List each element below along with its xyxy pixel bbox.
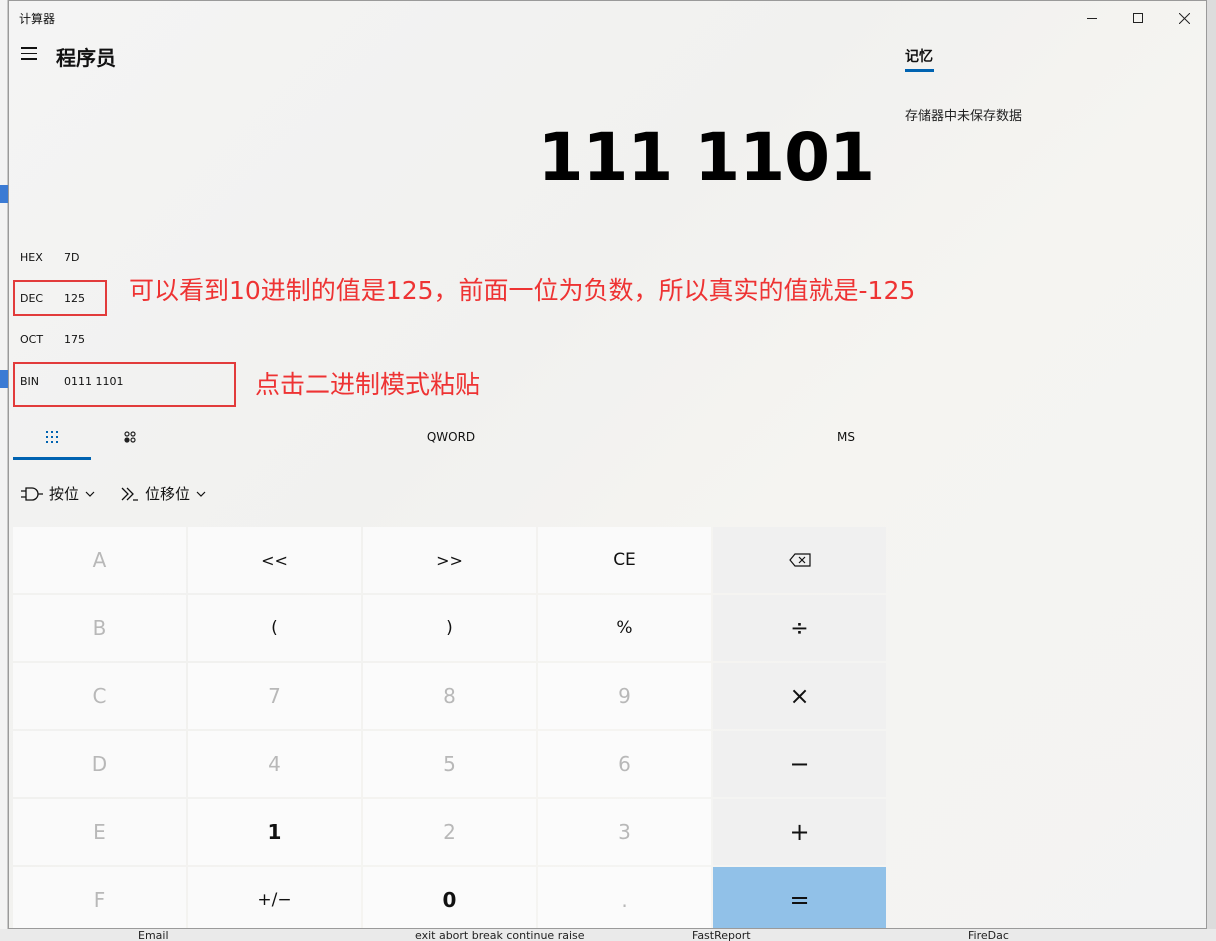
minimize-button[interactable] — [1069, 1, 1115, 35]
bitshift-dropdown[interactable]: 位移位 — [121, 483, 206, 504]
key-5[interactable]: 5 — [363, 731, 536, 797]
window-title: 计算器 — [19, 12, 56, 26]
tab-active-underline — [13, 457, 91, 460]
key-8[interactable]: 8 — [363, 663, 536, 729]
result-display: 111 1101 — [537, 119, 875, 196]
key-right-shift[interactable]: >> — [363, 527, 536, 593]
calculator-window: 计算器 程序员 111 1101 记忆 存储器中未保存数据 HEX 7D DE C… — [8, 0, 1207, 929]
key-6[interactable]: 6 — [538, 731, 711, 797]
key-close-paren[interactable]: ) — [363, 595, 536, 661]
key-subtract[interactable]: − — [713, 731, 886, 797]
key-a[interactable]: A — [13, 527, 186, 593]
bitshift-icon — [121, 487, 138, 501]
dec-highlight-box — [13, 280, 107, 316]
key-backspace[interactable] — [713, 527, 886, 593]
close-button[interactable] — [1161, 1, 1206, 35]
background-cell: Email — [138, 929, 169, 941]
tab-full-keypad[interactable] — [13, 414, 91, 460]
radix-value: 175 — [64, 333, 85, 346]
key-equals[interactable]: = — [713, 867, 886, 928]
key-0[interactable]: 0 — [363, 867, 536, 928]
key-c[interactable]: C — [13, 663, 186, 729]
background-app-strip — [0, 0, 8, 941]
maximize-icon — [1133, 13, 1143, 23]
memory-store-button[interactable]: MS — [819, 414, 873, 460]
key-d[interactable]: D — [13, 731, 186, 797]
bin-highlight-box — [13, 362, 236, 407]
background-cell: FastReport — [692, 929, 751, 941]
chevron-down-icon — [196, 491, 206, 497]
key-left-shift[interactable]: << — [188, 527, 361, 593]
key-decimal[interactable]: . — [538, 867, 711, 928]
key-e[interactable]: E — [13, 799, 186, 865]
minimize-icon — [1087, 17, 1097, 19]
key-multiply[interactable]: × — [713, 663, 886, 729]
bitshift-label: 位移位 — [145, 485, 191, 503]
radix-label: OCT — [20, 333, 44, 346]
backspace-icon — [788, 553, 811, 567]
keypad-icon — [46, 431, 58, 443]
radix-label: HEX — [20, 251, 43, 264]
logic-gate-icon — [21, 486, 43, 501]
background-cell: FireDac — [968, 929, 1009, 941]
key-2[interactable]: 2 — [363, 799, 536, 865]
memory-empty-message: 存储器中未保存数据 — [905, 109, 1023, 124]
tab-bit-toggling-keypad[interactable] — [99, 414, 161, 460]
key-1[interactable]: 1 — [188, 799, 361, 865]
key-b[interactable]: B — [13, 595, 186, 661]
radix-oct-row[interactable]: OCT 175 — [20, 333, 85, 346]
dec-annotation: 可以看到10进制的值是125，前面一位为负数，所以真实的值就是-125 — [129, 276, 916, 305]
background-app-row: Email exit abort break continue raise Fa… — [0, 929, 1216, 941]
key-3[interactable]: 3 — [538, 799, 711, 865]
key-open-paren[interactable]: ( — [188, 595, 361, 661]
key-9[interactable]: 9 — [538, 663, 711, 729]
memory-tab-underline — [905, 69, 934, 72]
radix-value: 7D — [64, 251, 80, 264]
key-modulo[interactable]: % — [538, 595, 711, 661]
bin-annotation: 点击二进制模式粘贴 — [255, 370, 481, 399]
maximize-button[interactable] — [1115, 1, 1161, 35]
close-icon — [1178, 12, 1190, 24]
key-4[interactable]: 4 — [188, 731, 361, 797]
keypad: A << >> CE B ( ) % ÷ C 7 8 9 × D 4 5 6 −… — [13, 527, 886, 928]
title-bar: 计算器 — [9, 1, 1206, 35]
hamburger-icon[interactable] — [21, 47, 37, 61]
chevron-down-icon — [85, 491, 95, 497]
radix-hex-row[interactable]: HEX 7D — [20, 251, 79, 264]
key-divide[interactable]: ÷ — [713, 595, 886, 661]
key-negate[interactable]: +/− — [188, 867, 361, 928]
bitwise-label: 按位 — [49, 485, 80, 503]
background-cell: exit abort break continue raise — [415, 929, 585, 941]
key-clear-entry[interactable]: CE — [538, 527, 711, 593]
background-selection-mark — [0, 370, 8, 388]
bitwise-dropdown[interactable]: 按位 — [21, 483, 95, 504]
mode-title: 程序员 — [56, 46, 116, 70]
background-selection-mark — [0, 185, 8, 203]
key-add[interactable]: + — [713, 799, 886, 865]
memory-tab[interactable]: 记忆 — [905, 46, 933, 66]
key-f[interactable]: F — [13, 867, 186, 928]
key-7[interactable]: 7 — [188, 663, 361, 729]
bit-toggle-icon — [124, 431, 136, 443]
word-size-button[interactable]: QWORD — [409, 414, 493, 460]
